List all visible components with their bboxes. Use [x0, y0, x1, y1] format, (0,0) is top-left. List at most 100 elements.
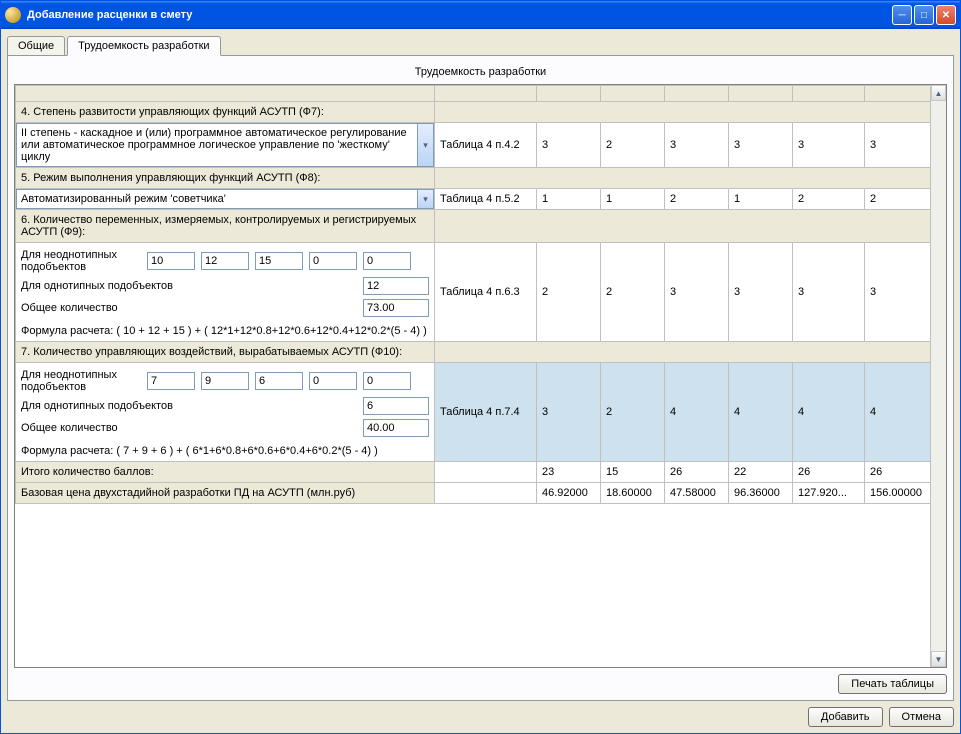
section-6-label: 6. Количество переменных, измеряемых, ко…	[16, 210, 435, 243]
f9-total[interactable]	[363, 299, 429, 317]
f9-hetero-3[interactable]	[255, 252, 303, 270]
price-row: Базовая цена двухстадийной разработки ПД…	[16, 483, 931, 504]
f9-formula: Формула расчета: ( 10 + 12 + 15 ) + ( 12…	[21, 325, 429, 337]
cell-value: 3	[793, 243, 865, 342]
cell-value: 3	[537, 363, 601, 462]
window-title: Добавление расценки в смету	[27, 9, 892, 21]
f9-hetero-1[interactable]	[147, 252, 195, 270]
combo-f7[interactable]: II степень - каскадное и (или) программн…	[16, 123, 434, 167]
f10-homo[interactable]	[363, 397, 429, 415]
cell-value: 127.920...	[793, 483, 865, 504]
col-header[interactable]	[537, 86, 601, 102]
cell-value: 3	[865, 243, 931, 342]
scroll-up-icon[interactable]: ▲	[931, 85, 946, 101]
section-5-row: Автоматизированный режим 'советчика' Таб…	[16, 189, 931, 210]
cell-tabref: Таблица 4 п.5.2	[435, 189, 537, 210]
cell-value: 2	[537, 243, 601, 342]
cell-value: 47.58000	[665, 483, 729, 504]
f9-hetero-5[interactable]	[363, 252, 411, 270]
grid: 4. Степень развитости управляющих функци…	[14, 84, 947, 668]
col-header[interactable]	[793, 86, 865, 102]
section-7-header: 7. Количество управляющих воздействий, в…	[16, 342, 931, 363]
cell-value: 3	[665, 123, 729, 168]
f10-hetero-1[interactable]	[147, 372, 195, 390]
cell-value: 156.00000	[865, 483, 931, 504]
section-5-label: 5. Режим выполнения управляющих функций …	[16, 168, 435, 189]
cell-value: 15	[601, 462, 665, 483]
panel-title: Трудоемкость разработки	[14, 62, 947, 84]
cell-value: 4	[865, 363, 931, 462]
cell-value: 2	[601, 123, 665, 168]
col-header[interactable]	[665, 86, 729, 102]
totals-row: Итого количество баллов: 23 15 26 22 26 …	[16, 462, 931, 483]
col-header[interactable]	[16, 86, 435, 102]
cell-value: 3	[793, 123, 865, 168]
cell-value: 26	[793, 462, 865, 483]
app-window: Добавление расценки в смету ─ □ ✕ Общие …	[0, 0, 961, 734]
cell-value: 18.60000	[601, 483, 665, 504]
hetero-label: Для неоднотипных подобъектов	[21, 249, 141, 273]
dialog-buttons: Добавить Отмена	[7, 701, 954, 727]
cell-value: 2	[601, 363, 665, 462]
section-4-label: 4. Степень развитости управляющих функци…	[16, 102, 435, 123]
f10-hetero-5[interactable]	[363, 372, 411, 390]
section-5-header: 5. Режим выполнения управляющих функций …	[16, 168, 931, 189]
tab-general[interactable]: Общие	[7, 36, 65, 55]
combo-f8-text: Автоматизированный режим 'советчика'	[16, 189, 417, 209]
col-header[interactable]	[435, 86, 537, 102]
col-header[interactable]	[601, 86, 665, 102]
f10-hetero-3[interactable]	[255, 372, 303, 390]
vertical-scrollbar[interactable]: ▲ ▼	[930, 85, 946, 667]
f10-hetero-2[interactable]	[201, 372, 249, 390]
cell-value: 2	[865, 189, 931, 210]
cell-value: 23	[537, 462, 601, 483]
cell-value: 3	[537, 123, 601, 168]
f10-formula: Формула расчета: ( 7 + 9 + 6 ) + ( 6*1+6…	[21, 445, 429, 457]
cell-value: 26	[665, 462, 729, 483]
maximize-button[interactable]: □	[914, 5, 934, 25]
cell-value: 3	[729, 243, 793, 342]
section-6-row: Для неоднотипных подобъектов Для однотип…	[16, 243, 931, 342]
section-7-label: 7. Количество управляющих воздействий, в…	[16, 342, 435, 363]
titlebar: Добавление расценки в смету ─ □ ✕	[1, 1, 960, 29]
combo-f8[interactable]: Автоматизированный режим 'советчика'	[16, 189, 434, 209]
homo-label: Для однотипных подобъектов	[21, 280, 357, 292]
section-6-header: 6. Количество переменных, измеряемых, ко…	[16, 210, 931, 243]
add-button[interactable]: Добавить	[808, 707, 883, 727]
cell-value: 3	[865, 123, 931, 168]
col-header[interactable]	[865, 86, 931, 102]
chevron-down-icon[interactable]	[417, 189, 434, 209]
scroll-track[interactable]	[931, 101, 946, 651]
cell-value: 3	[665, 243, 729, 342]
cell-value: 1	[729, 189, 793, 210]
col-header[interactable]	[729, 86, 793, 102]
f10-hetero-4[interactable]	[309, 372, 357, 390]
chevron-down-icon[interactable]	[417, 123, 434, 167]
table-header-row	[16, 86, 931, 102]
minimize-button[interactable]: ─	[892, 5, 912, 25]
cell-value: 46.92000	[537, 483, 601, 504]
client-area: Общие Трудоемкость разработки Трудоемкос…	[1, 29, 960, 733]
data-table: 4. Степень развитости управляющих функци…	[15, 85, 930, 504]
cell-value: 2	[665, 189, 729, 210]
f9-homo[interactable]	[363, 277, 429, 295]
cell-value: 26	[865, 462, 931, 483]
cell-tabref: Таблица 4 п.4.2	[435, 123, 537, 168]
cell-tabref: Таблица 4 п.7.4	[435, 363, 537, 462]
close-button[interactable]: ✕	[936, 5, 956, 25]
cell-value: 1	[601, 189, 665, 210]
cancel-button[interactable]: Отмена	[889, 707, 954, 727]
cell-value: 3	[729, 123, 793, 168]
cell-value: 22	[729, 462, 793, 483]
f9-hetero-4[interactable]	[309, 252, 357, 270]
print-table-button[interactable]: Печать таблицы	[838, 674, 947, 694]
total-label: Общее количество	[21, 302, 357, 314]
f9-hetero-2[interactable]	[201, 252, 249, 270]
tab-panel-labor: Трудоемкость разработки	[7, 55, 954, 701]
f10-total[interactable]	[363, 419, 429, 437]
tab-labor[interactable]: Трудоемкость разработки	[67, 36, 220, 56]
scroll-down-icon[interactable]: ▼	[931, 651, 946, 667]
hetero-label: Для неоднотипных подобъектов	[21, 369, 141, 393]
cell-value: 2	[601, 243, 665, 342]
section-7-row[interactable]: Для неоднотипных подобъектов Для однотип…	[16, 363, 931, 462]
